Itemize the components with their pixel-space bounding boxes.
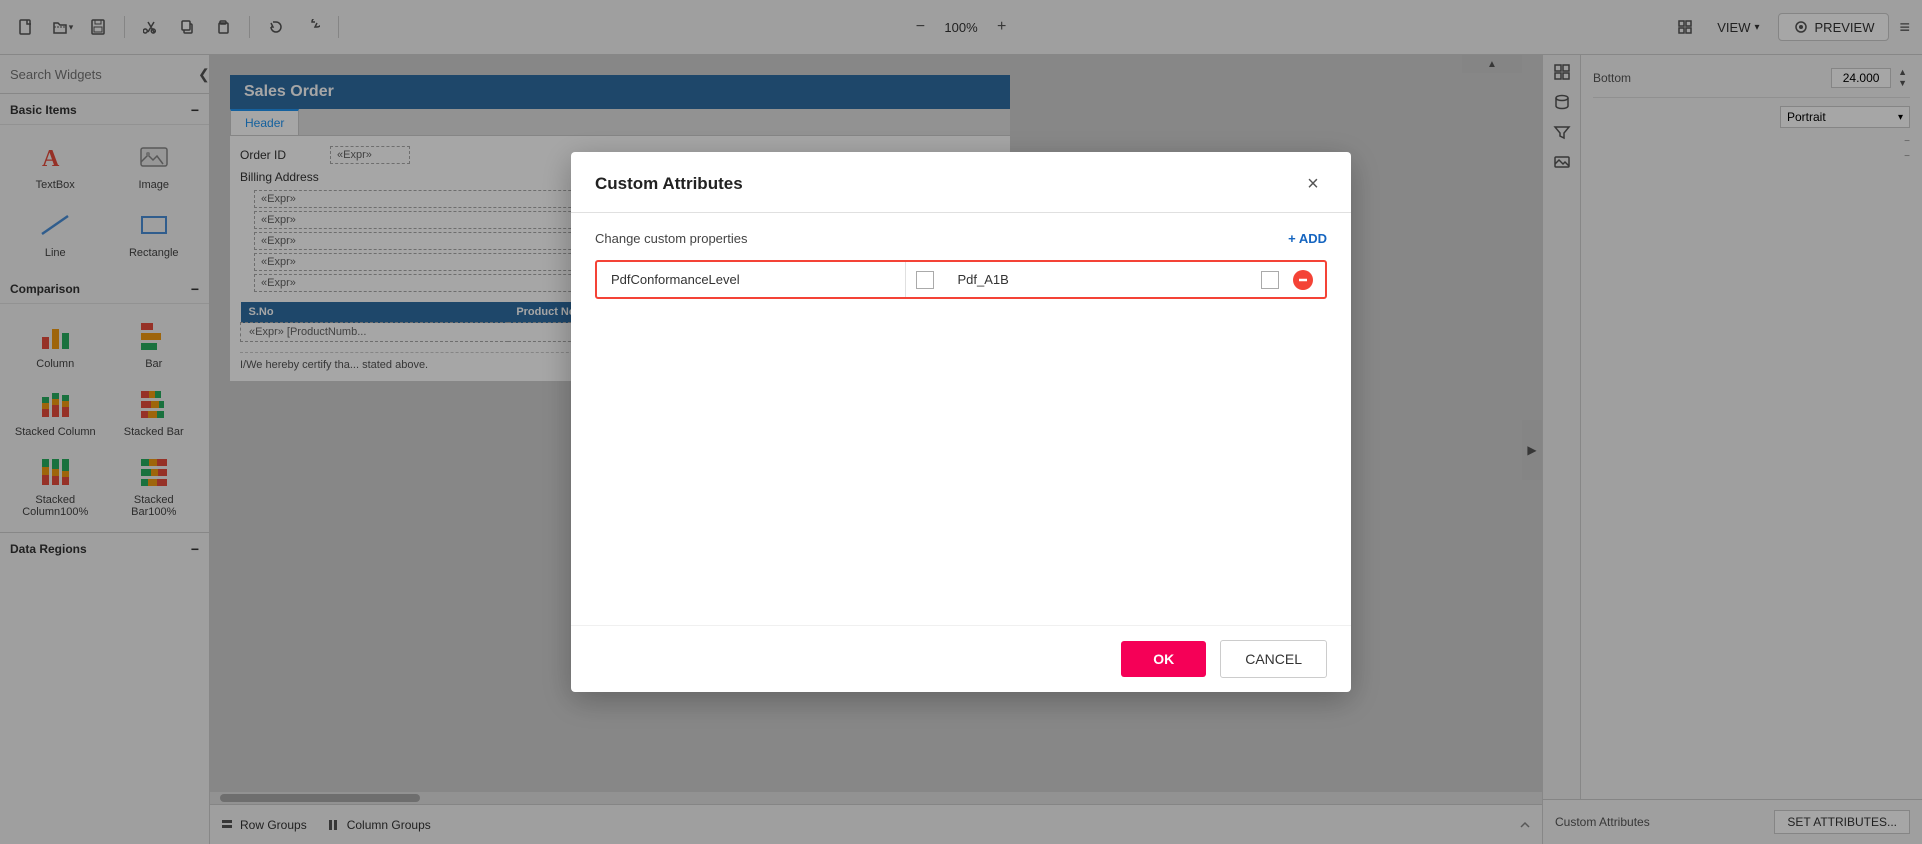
attribute-name-checkbox[interactable] [916, 271, 934, 289]
modal-body: Change custom properties + ADD PdfConfor… [571, 213, 1351, 625]
modal-close-button[interactable]: × [1299, 170, 1327, 198]
modal-subtitle: Change custom properties [595, 231, 747, 246]
attribute-value[interactable]: Pdf_A1B [944, 262, 1252, 297]
delete-icon [1292, 269, 1314, 291]
add-label: + ADD [1288, 231, 1327, 246]
attribute-value-checkbox[interactable] [1261, 271, 1279, 289]
attribute-row: PdfConformanceLevel Pdf_A1B [595, 260, 1327, 299]
attribute-delete-button[interactable] [1289, 266, 1317, 294]
add-attribute-button[interactable]: + ADD [1288, 231, 1327, 246]
modal-footer: OK CANCEL [571, 625, 1351, 692]
cancel-button[interactable]: CANCEL [1220, 640, 1327, 678]
modal-overlay: Custom Attributes × Change custom proper… [0, 0, 1922, 844]
ok-button[interactable]: OK [1121, 641, 1206, 677]
modal-content-area [595, 313, 1327, 607]
modal-title: Custom Attributes [595, 174, 743, 194]
modal-header: Custom Attributes × [571, 152, 1351, 213]
custom-attributes-modal: Custom Attributes × Change custom proper… [571, 152, 1351, 692]
modal-subtitle-row: Change custom properties + ADD [595, 231, 1327, 246]
attribute-name[interactable]: PdfConformanceLevel [597, 262, 906, 297]
